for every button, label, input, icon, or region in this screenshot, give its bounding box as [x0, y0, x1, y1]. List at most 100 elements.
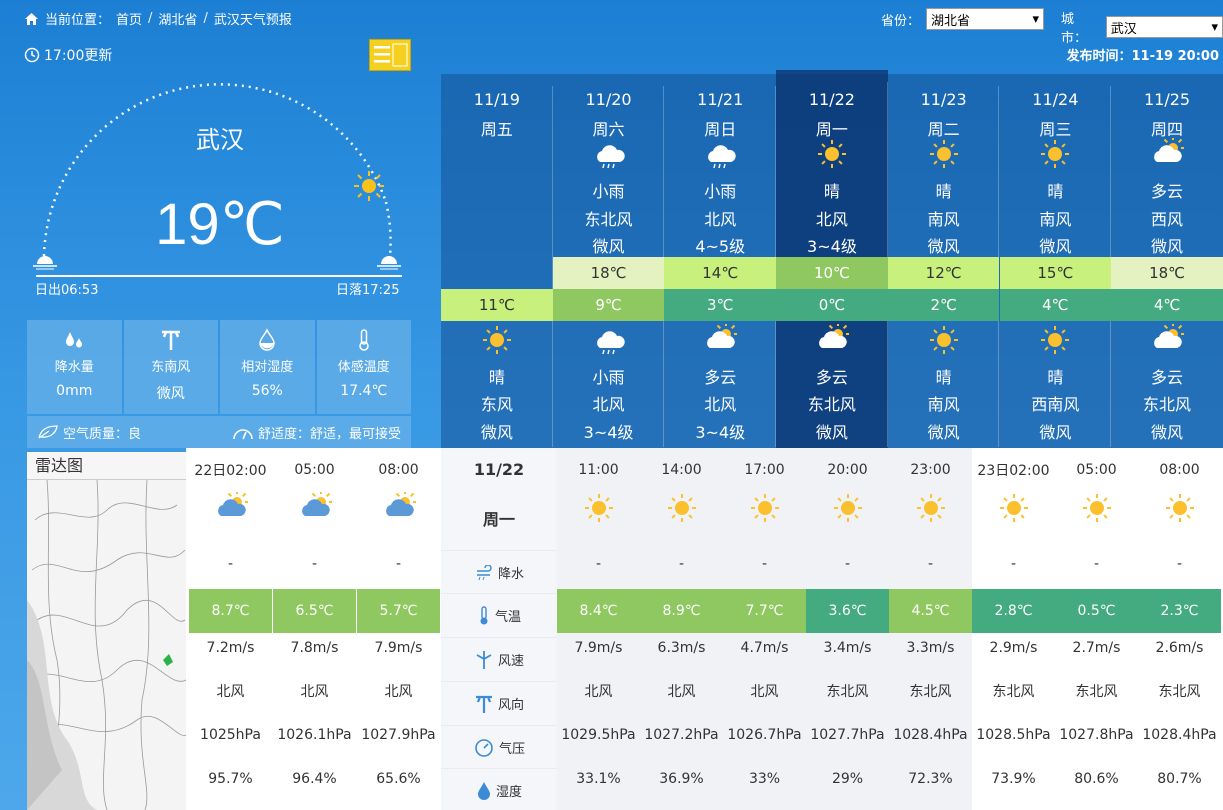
row-label-text: 降水	[497, 567, 524, 582]
row-label-text: 风向	[497, 698, 524, 713]
city-name: 武汉	[196, 126, 244, 154]
forecast-high-temp: 18℃	[1111, 257, 1223, 289]
forecast-day-wind-level: 微风	[592, 237, 625, 256]
comfort-index[interactable]: 舒适度：舒适，最可接受	[232, 423, 401, 442]
breadcrumb-separator: /	[203, 11, 208, 26]
forecast-day-weather: 晴	[1047, 182, 1064, 201]
hourly-precip: -	[1176, 556, 1183, 572]
forecast-date: 11/22	[808, 90, 855, 109]
row-label: 降水	[441, 550, 557, 594]
chevron-down-icon: ▾	[1032, 11, 1040, 27]
forecast-day-weather: 晴	[935, 182, 952, 201]
current-stats: 降水量 0mm 东南风 微风 相对湿度 56% 体感温度 17.4℃	[27, 320, 411, 414]
forecast-weekday: 周三	[1039, 120, 1072, 139]
breadcrumb-province-link[interactable]: 湖北省	[158, 9, 197, 28]
forecast-low-temp: 4℃	[999, 289, 1112, 321]
forecast-high-temp: 15℃	[999, 257, 1112, 289]
wind-direction-icon	[474, 694, 494, 714]
forecast-date: 11/19	[473, 90, 520, 109]
top-bar: 当前位置： 首页 / 湖北省 / 武汉天气预报 省份： 湖北省 ▾ 城市： 武汉 ▾	[0, 0, 1223, 46]
forecast-weekday: 周四	[1151, 120, 1184, 139]
hourly-wind-dir: 东北风	[909, 684, 952, 700]
hourly-column: 22日02:00 - 8.7℃ 7.2m/s 北风 1025hPa 95.7%	[189, 448, 272, 810]
hourly-precip: -	[595, 556, 602, 572]
hourly-time: 17:00	[744, 462, 785, 478]
forecast-low-temp: 11℃	[441, 289, 553, 321]
city-label: 城市：	[1061, 12, 1088, 46]
row-label-text: 风速	[497, 654, 524, 669]
forecast-day-weather: 小雨	[592, 182, 625, 201]
hourly-column: 23日02:00 - 2.8℃ 2.9m/s 东北风 1028.5hPa 73.9%	[972, 448, 1055, 810]
breadcrumb-home-link[interactable]: 首页	[116, 9, 142, 28]
air-quality[interactable]: 空气质量：良	[37, 423, 141, 442]
forecast-day-wind: 南风	[1039, 210, 1072, 229]
hourly-pressure: 1029.5hPa	[561, 727, 636, 743]
hourly-wind-dir: 东北风	[826, 684, 869, 700]
forecast-day-wind: 北风	[815, 210, 848, 229]
hourly-precip: -	[1010, 556, 1017, 572]
hourly-wind-dir: 东北风	[992, 684, 1035, 700]
radar-title: 雷达图	[27, 452, 186, 480]
hourly-wind-speed: 3.4m/s	[823, 640, 872, 656]
breadcrumb-separator: /	[148, 11, 153, 26]
forecast-high-temp: 10℃	[776, 257, 888, 289]
city-selector: 城市： 武汉 ▾	[1061, 8, 1223, 46]
hourly-humidity: 80.6%	[1074, 771, 1119, 787]
forecast-night-wind: 西南风	[1031, 395, 1080, 414]
forecast-high-temp: 14℃	[664, 257, 777, 289]
hourly-humidity: 73.9%	[991, 771, 1036, 787]
forecast-night-weather: 多云	[815, 368, 848, 387]
hourly-column: 14:00 - 8.9℃ 6.3m/s 北风 1027.2hPa 36.9%	[640, 448, 723, 810]
hourly-column: 08:00 - 2.3℃ 2.6m/s 东北风 1028.4hPa 80.7%	[1138, 448, 1221, 810]
hourly-wind-dir: 北风	[216, 684, 245, 700]
radar-map[interactable]	[26, 479, 187, 810]
air-quality-bar: 空气质量：良 舒适度：舒适，最可接受	[27, 416, 411, 448]
forecast-day-wind-level: 3~4级	[807, 237, 857, 256]
hourly-temp: 5.7℃	[357, 589, 440, 633]
partly-cloudy-icon	[189, 492, 272, 524]
hourly-column: 08:00 - 5.7℃ 7.9m/s 北风 1027.9hPa 65.6%	[357, 448, 440, 810]
province-select[interactable]: 湖北省 ▾	[926, 8, 1045, 30]
sun-icon	[1055, 492, 1138, 524]
forecast-low-temp: 4℃	[1111, 289, 1223, 321]
city-select[interactable]: 武汉 ▾	[1105, 16, 1223, 38]
hourly-wind-speed: 3.3m/s	[906, 640, 955, 656]
publish-time: 发布时间：11-19 20:00	[1066, 49, 1219, 64]
sun-icon	[972, 492, 1055, 524]
hourly-wind-speed: 7.9m/s	[574, 640, 623, 656]
hourly-pressure: 1025hPa	[200, 727, 261, 743]
forecast-day-wind-level: 微风	[1039, 237, 1072, 256]
hourly-humidity: 72.3%	[908, 771, 953, 787]
partly-cloudy-icon	[776, 324, 888, 356]
hourly-column: 05:00 - 6.5℃ 7.8m/s 北风 1026.1hPa 96.4%	[273, 448, 356, 810]
raindrop-icon	[66, 332, 83, 348]
home-icon[interactable]	[24, 12, 39, 26]
hourly-wind-dir: 北风	[384, 684, 413, 700]
radar-panel[interactable]: 雷达图	[26, 452, 187, 810]
hourly-precip: -	[678, 556, 685, 572]
hourly-time: 08:00	[378, 462, 419, 478]
city-select-value: 武汉	[1110, 21, 1137, 37]
forecast-night-wind-level: 3~4级	[695, 423, 746, 442]
selected-date: 11/22	[473, 460, 525, 479]
forecast-day-wind: 南风	[927, 210, 960, 229]
forecast-night-wind: 北风	[592, 395, 625, 414]
forecast-night-weather: 多云	[1151, 368, 1184, 387]
forecast-high-temp: 12℃	[887, 257, 1000, 289]
hourly-precip: -	[311, 556, 318, 572]
forecast-date: 11/21	[697, 90, 744, 109]
forecast-weekday: 周六	[592, 120, 625, 139]
wind-icon	[474, 650, 494, 670]
forecast-night-wind-level: 3~4级	[583, 423, 634, 442]
forecast-weekday: 周二	[927, 120, 960, 139]
stat-label: 降水量	[54, 360, 94, 375]
forecast-day-wind-level: 4~5级	[695, 237, 746, 256]
hourly-pressure: 1028.4hPa	[1142, 727, 1217, 743]
menu-badge-icon[interactable]	[369, 39, 411, 71]
forecast-weekday: 周一	[815, 120, 848, 139]
forecast-night-wind: 东风	[480, 395, 513, 414]
stat-value: 微风	[156, 386, 185, 402]
update-time: 17:00更新	[24, 45, 112, 65]
hourly-temp: 6.5℃	[273, 589, 356, 633]
hourly-table: 11/22 周一 降水 气温 风速 风向 气压 湿度 22日02:00 - 8.7℃ 7.2m/…	[186, 448, 1223, 810]
